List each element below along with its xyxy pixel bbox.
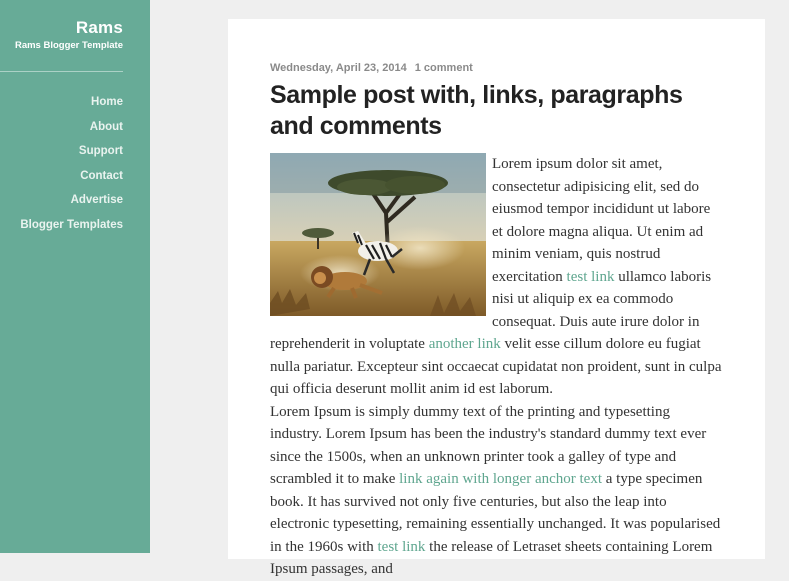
long-anchor-link[interactable]: link again with longer anchor text bbox=[399, 471, 602, 487]
nav-item-blogger-templates[interactable]: Blogger Templates bbox=[20, 213, 123, 238]
post-meta: Wednesday, April 23, 2014 1 comment bbox=[270, 62, 473, 74]
blog-title[interactable]: Rams bbox=[15, 18, 123, 38]
sidebar-nav: Home About Support Contact Advertise Blo… bbox=[20, 90, 123, 237]
blog-brand: Rams Rams Blogger Template bbox=[15, 18, 123, 53]
paragraph-text: Lorem ipsum dolor sit amet, consectetur … bbox=[492, 156, 711, 285]
sidebar: Rams Rams Blogger Template Home About Su… bbox=[0, 0, 150, 553]
post-comments-link[interactable]: 1 comment bbox=[415, 62, 473, 74]
post-body: Lorem ipsum dolor sit amet, consectetur … bbox=[270, 153, 724, 581]
post-date[interactable]: Wednesday, April 23, 2014 bbox=[270, 62, 407, 74]
nav-item-home[interactable]: Home bbox=[20, 90, 123, 115]
post-title[interactable]: Sample post with, links, paragraphs and … bbox=[270, 80, 710, 142]
post-paragraph-2: Lorem Ipsum is simply dummy text of the … bbox=[270, 401, 724, 581]
another-link[interactable]: another link bbox=[429, 336, 501, 352]
test-link-2[interactable]: test link bbox=[378, 539, 426, 555]
nav-item-advertise[interactable]: Advertise bbox=[20, 188, 123, 213]
test-link[interactable]: test link bbox=[567, 269, 615, 285]
blog-tagline: Rams Blogger Template bbox=[14, 40, 123, 51]
sidebar-divider bbox=[0, 71, 123, 72]
nav-item-contact[interactable]: Contact bbox=[20, 164, 123, 189]
post-card: Wednesday, April 23, 2014 1 comment Sampl… bbox=[228, 19, 765, 577]
nav-item-about[interactable]: About bbox=[20, 115, 123, 140]
post-image[interactable] bbox=[270, 153, 486, 316]
nav-item-support[interactable]: Support bbox=[20, 139, 123, 164]
